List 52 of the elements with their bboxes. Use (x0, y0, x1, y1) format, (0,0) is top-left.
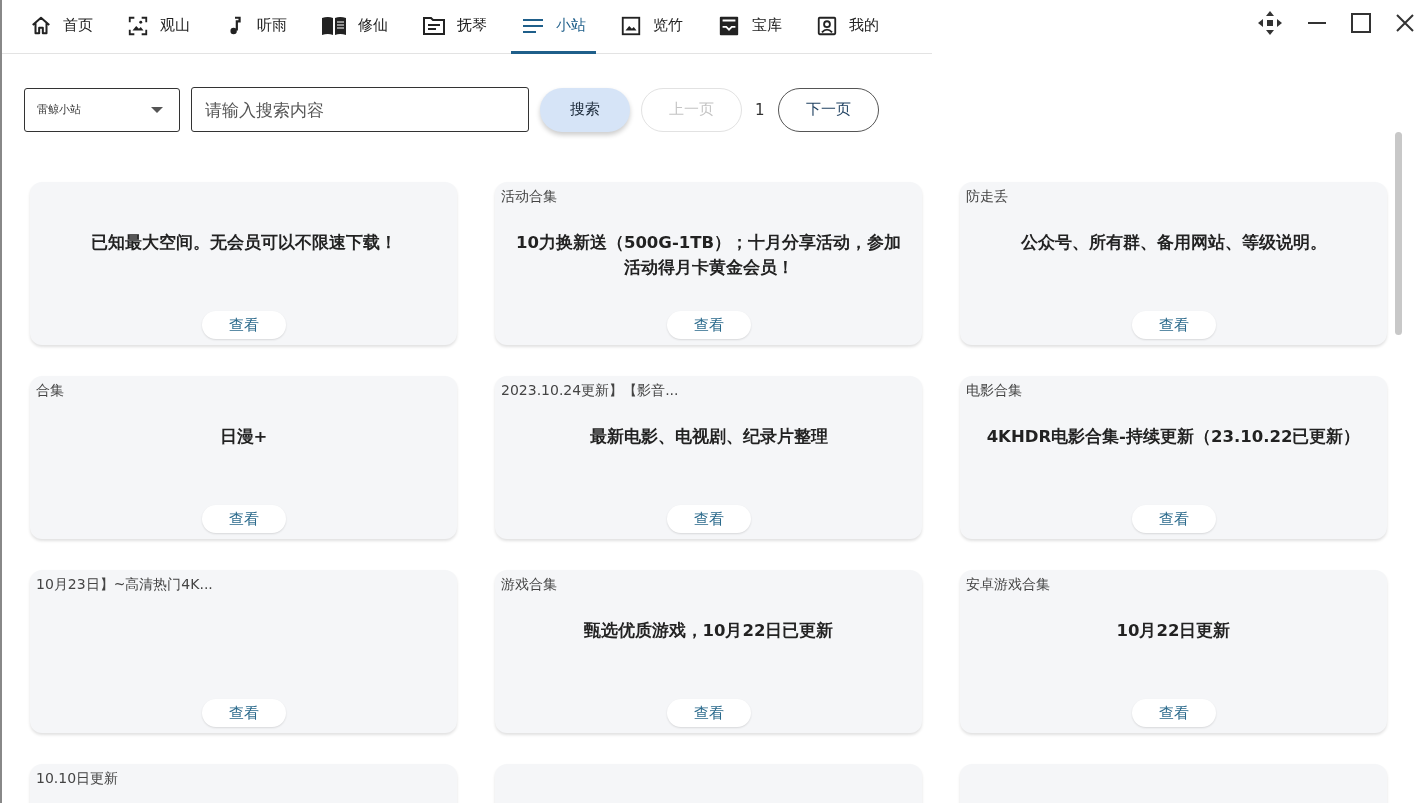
view-button[interactable]: 查看 (201, 505, 286, 533)
card-title: 防走丢 (966, 188, 1008, 204)
card-description: 日漫+ (219, 427, 268, 446)
card-description: 甄选优质游戏，10月22日已更新 (583, 621, 834, 640)
nav-tab[interactable]: 览竹 (610, 0, 693, 54)
move-icon[interactable] (1257, 10, 1283, 36)
close-icon[interactable] (1395, 13, 1415, 33)
view-button[interactable]: 查看 (666, 505, 751, 533)
image-icon (127, 14, 149, 37)
source-dropdown[interactable]: 雷鲸小站 (24, 87, 180, 132)
view-button[interactable]: 查看 (1131, 699, 1216, 727)
view-button[interactable]: 查看 (201, 699, 286, 727)
home-icon (30, 14, 52, 37)
nav-tab[interactable]: 我的 (806, 0, 889, 54)
nav-tab[interactable]: 首页 (20, 0, 103, 54)
scrollbar-thumb[interactable] (1395, 132, 1402, 335)
view-button[interactable]: 查看 (666, 311, 751, 339)
card-description: 公众号、所有群、备用网站、等级说明。 (1020, 233, 1327, 252)
card-description: 最新电影、电视剧、纪录片整理 (589, 427, 828, 446)
view-button[interactable]: 查看 (1131, 505, 1216, 533)
search-field[interactable]: 请输入搜索内容 (191, 87, 529, 132)
card-title: 10.10日更新 (36, 770, 119, 786)
nav-tab[interactable]: 宝库 (707, 0, 792, 54)
dropdown-caret-icon (151, 105, 163, 114)
folder-icon (422, 14, 446, 37)
card-description: 10力换新送（500G-1TB）；十月分享活动，参加活动得月卡黄金会员！ (515, 233, 902, 277)
view-button[interactable]: 查看 (666, 699, 751, 727)
nav-tab[interactable]: 抚琴 (412, 0, 497, 54)
image-icon (620, 14, 642, 37)
card-description: 10月22日更新 (1116, 621, 1231, 640)
card-title: 活动合集 (501, 188, 557, 204)
book-icon (321, 14, 347, 37)
nav-tab[interactable]: 观山 (117, 0, 200, 54)
card-description: 已知最大空间。无会员可以不限速下载！ (90, 233, 397, 252)
card-title: 电影合集 (966, 382, 1022, 398)
user-icon (816, 14, 838, 37)
card-title: 游戏合集 (501, 576, 557, 592)
nav-tab[interactable]: 修仙 (311, 0, 398, 54)
maximize-icon[interactable] (1351, 13, 1371, 33)
card-title: 安卓游戏合集 (966, 576, 1050, 592)
card-title: 合集 (36, 382, 64, 398)
next-page-button[interactable]: 下一页 (777, 87, 879, 132)
page-number: 1 (754, 100, 766, 119)
card-title: 2023.10.24更新】【影音... (501, 382, 679, 398)
view-button[interactable]: 查看 (201, 311, 286, 339)
nav-tab[interactable]: 小站 (511, 0, 596, 54)
card-description: 4KHDR电影合集-持续更新（23.10.22已更新） (986, 427, 1361, 446)
inbox-icon (717, 14, 741, 37)
search-button[interactable]: 搜索 (540, 87, 630, 132)
card-title: 10月23日】~高清热门4K... (36, 576, 213, 592)
view-button[interactable]: 查看 (1131, 311, 1216, 339)
nav-tab[interactable]: 听雨 (214, 0, 297, 54)
